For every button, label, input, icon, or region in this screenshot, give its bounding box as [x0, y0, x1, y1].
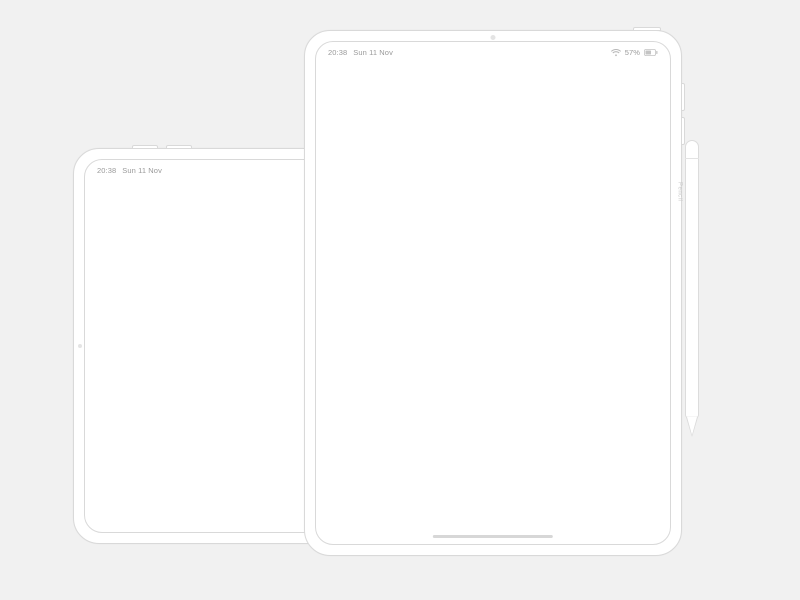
pencil-label: Pencil [676, 182, 682, 201]
volume-up-button [681, 83, 685, 111]
home-indicator [433, 535, 553, 538]
power-button [633, 27, 661, 31]
battery-icon [644, 49, 658, 56]
status-date: Sun 11 Nov [122, 166, 162, 175]
pencil-cap-seam [685, 158, 699, 159]
status-time: 20:38 [97, 166, 116, 175]
tablet-large-screen: 20:38 Sun 11 Nov 57% [315, 41, 671, 545]
volume-down-button [166, 145, 192, 149]
front-camera-icon [491, 35, 496, 40]
pencil-tip-icon [687, 417, 697, 435]
status-time: 20:38 [328, 48, 347, 57]
volume-up-button [132, 145, 158, 149]
front-camera-icon [78, 344, 82, 348]
tablet-large-portrait: 20:38 Sun 11 Nov 57% [304, 30, 682, 556]
stylus-pencil: Pencil [685, 140, 699, 440]
status-date: Sun 11 Nov [353, 48, 393, 57]
mockup-stage: 20:38 Sun 11 Nov 20:38 Sun 11 Nov [0, 0, 800, 600]
battery-percent: 57% [625, 48, 640, 57]
pencil-body [685, 140, 699, 418]
wifi-icon [611, 49, 621, 57]
status-bar: 20:38 Sun 11 Nov 57% [328, 48, 658, 57]
